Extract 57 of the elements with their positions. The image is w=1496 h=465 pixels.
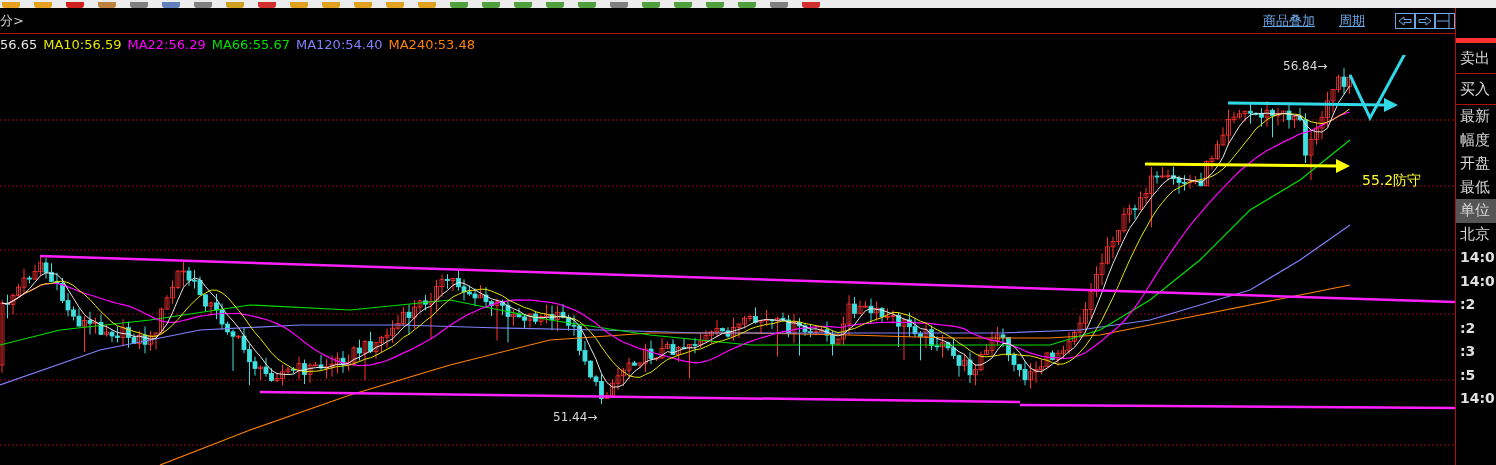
quote-field-label: 最低 — [1459, 176, 1491, 198]
toolbar-icon[interactable] — [162, 2, 180, 8]
toolbar-icon[interactable] — [738, 2, 756, 8]
accent-bar — [1456, 38, 1496, 43]
toolbar-icon[interactable] — [354, 2, 372, 8]
toolbar-icon[interactable] — [514, 2, 532, 8]
toolbar-icon[interactable] — [546, 2, 564, 8]
toolbar-icon[interactable] — [386, 2, 404, 8]
toolbar-icon[interactable] — [578, 2, 596, 8]
moving-average-value: MA66:55.67 — [211, 37, 290, 52]
quote-field-label: 买入 — [1456, 74, 1496, 105]
toolbar-icon[interactable] — [2, 2, 20, 8]
quote-field-label: 北京 — [1459, 223, 1491, 245]
quote-field-label: :5 — [1459, 365, 1477, 385]
toolbar-icon[interactable] — [130, 2, 148, 8]
header-link[interactable]: 周期 — [1339, 11, 1365, 30]
quote-field-label: 14:0 — [1459, 271, 1496, 291]
toolbar-icon[interactable] — [482, 2, 500, 8]
toolbar-icon[interactable] — [674, 2, 692, 8]
toolbar-icon[interactable] — [258, 2, 276, 8]
scroll-left-icon[interactable] — [1395, 12, 1415, 29]
quote-field-label[interactable]: 单位 — [1456, 199, 1496, 223]
moving-average-value: MA10:56.59 — [43, 37, 122, 52]
support-level-label: 55.2防守 — [1362, 172, 1422, 188]
moving-average-value: 56.65 — [0, 37, 38, 52]
toolbar-icon[interactable] — [322, 2, 340, 8]
quote-field-label: 14:0 — [1459, 389, 1496, 408]
quote-field-label: 14:0 — [1459, 248, 1496, 267]
moving-average-value: MA120:54.40 — [295, 37, 383, 52]
toolbar-icon[interactable] — [802, 2, 820, 8]
toolbar-icon[interactable] — [418, 2, 436, 8]
toolbar-icon[interactable] — [98, 2, 116, 8]
quote-field-label: :3 — [1459, 342, 1477, 361]
high-price-label: 56.84→ — [1283, 59, 1328, 73]
toolbar-icon[interactable] — [226, 2, 244, 8]
scroll-right-icon[interactable] — [1415, 12, 1435, 29]
low-price-label: 51.44→ — [553, 410, 598, 424]
quote-field-label: 幅度 — [1459, 129, 1491, 151]
quote-field-label: :2 — [1459, 318, 1477, 338]
quote-field-label: 开盘 — [1459, 153, 1491, 174]
toolbar-icon[interactable] — [34, 2, 52, 8]
moving-average-value: MA240:53.48 — [388, 37, 476, 52]
toolbar-icon[interactable] — [770, 2, 788, 8]
toolbar-icon[interactable] — [290, 2, 308, 8]
panel-layout-icon[interactable] — [1435, 12, 1455, 29]
quote-field-label: :2 — [1459, 295, 1477, 314]
toolbar-icon[interactable] — [450, 2, 468, 8]
header-link[interactable]: 商品叠加 — [1263, 11, 1315, 30]
toolbar-icon[interactable] — [610, 2, 628, 8]
toolbar-icon[interactable] — [706, 2, 724, 8]
quote-field-label: 最新 — [1459, 106, 1491, 127]
moving-average-value: MA22:56.29 — [127, 37, 206, 52]
toolbar-icon[interactable] — [642, 2, 660, 8]
quote-field-label: 卖出 — [1456, 43, 1496, 74]
toolbar-icon[interactable] — [194, 2, 212, 8]
period-label[interactable]: 分> — [0, 11, 24, 30]
toolbar-icon[interactable] — [66, 2, 84, 8]
